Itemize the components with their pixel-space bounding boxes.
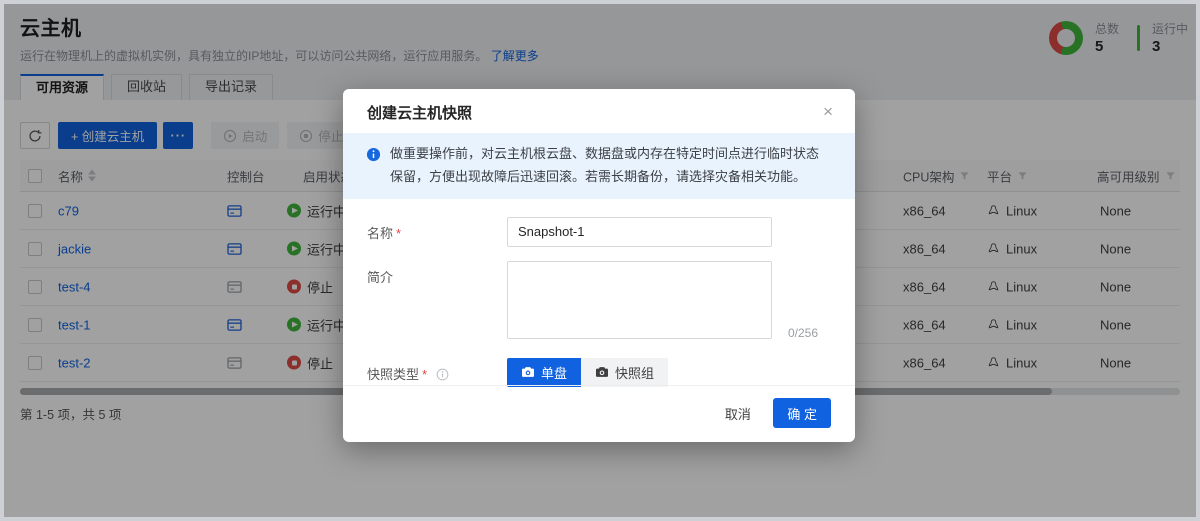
type-single-disk-button[interactable]: 单盘: [507, 358, 581, 387]
modal-title: 创建云主机快照: [367, 105, 472, 122]
char-counter: 0/256: [788, 326, 818, 340]
camera-group-icon: [595, 366, 609, 378]
name-field-row: 名称*: [367, 217, 831, 247]
info-alert-text: 做重要操作前，对云主机根云盘、数据盘或内存在特定时间点进行临时状态保留，方便出现…: [390, 146, 819, 184]
help-tooltip-icon[interactable]: [436, 368, 449, 381]
window-frame: 云主机 运行在物理机上的虚拟机实例，具有独立的IP地址，可以访问公共网络，运行应…: [0, 0, 1200, 521]
info-icon: [366, 147, 381, 170]
required-asterisk: *: [422, 367, 427, 382]
type-snapshot-group-button[interactable]: 快照组: [581, 358, 668, 387]
modal-header: 创建云主机快照 ×: [343, 89, 855, 133]
app-root: 云主机 运行在物理机上的虚拟机实例，具有独立的IP地址，可以访问公共网络，运行应…: [4, 4, 1196, 517]
info-alert: 做重要操作前，对云主机根云盘、数据盘或内存在特定时间点进行临时状态保留，方便出现…: [343, 133, 855, 199]
create-snapshot-modal: 创建云主机快照 × 做重要操作前，对云主机根云盘、数据盘或内存在特定时间点进行临…: [343, 89, 855, 442]
camera-icon: [521, 366, 535, 378]
description-field-row: 简介 0/256: [367, 261, 831, 344]
modal-footer: 取消 确 定: [343, 385, 855, 442]
cancel-button[interactable]: 取消: [725, 404, 751, 423]
name-label: 名称*: [367, 217, 507, 247]
confirm-button[interactable]: 确 定: [773, 398, 831, 428]
close-icon[interactable]: ×: [819, 99, 837, 124]
snapshot-type-row: 快照类型* 单盘 快照组: [367, 358, 831, 387]
description-label: 简介: [367, 261, 507, 344]
required-asterisk: *: [396, 226, 401, 241]
description-textarea[interactable]: [507, 261, 772, 339]
snapshot-name-input[interactable]: [507, 217, 772, 247]
modal-body: 名称* 简介 0/256 快照类型*: [343, 199, 855, 387]
snapshot-type-segmented-control: 单盘 快照组: [507, 358, 668, 387]
snapshot-type-label: 快照类型*: [367, 358, 507, 387]
